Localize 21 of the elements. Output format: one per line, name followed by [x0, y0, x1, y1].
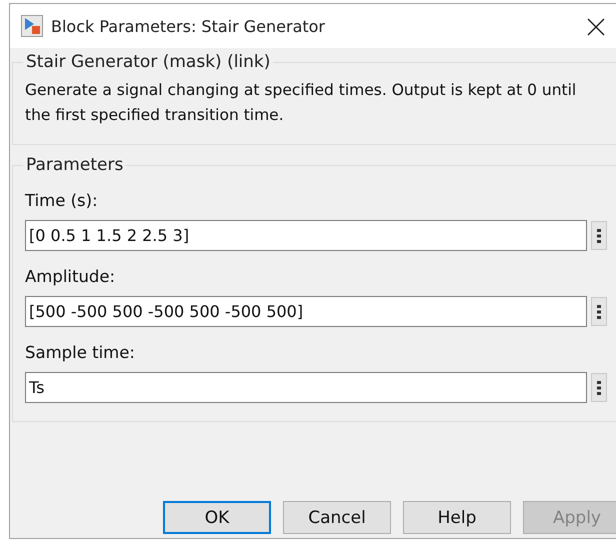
field-label: Sample time:: [25, 343, 136, 362]
more-options-button[interactable]: [591, 297, 607, 326]
input-field[interactable]: [500 -500 500 -500 500 -500 500]: [25, 296, 587, 327]
vertical-dots-icon: [597, 380, 601, 394]
close-icon: [587, 18, 605, 36]
block-icon: [21, 15, 43, 37]
dialog-button[interactable]: Cancel: [283, 501, 391, 534]
block-description: Generate a signal changing at specified times. Output is kept at 0 until the first specified transition time.: [25, 80, 578, 126]
more-options-button[interactable]: [591, 373, 607, 402]
field-label: Amplitude:: [25, 267, 116, 286]
input-field[interactable]: [0 0.5 1 1.5 2 2.5 3]: [25, 220, 587, 251]
vertical-dots-icon: [597, 228, 601, 242]
field-label: Time (s):: [25, 191, 99, 210]
dialog-button[interactable]: OK: [163, 501, 271, 534]
dialog-button[interactable]: Help: [403, 501, 511, 534]
more-options-button[interactable]: [591, 221, 607, 250]
window-title: Block Parameters: Stair Generator: [51, 16, 326, 36]
group-title: Stair Generator (mask) (link): [25, 52, 272, 72]
input-field[interactable]: Ts: [25, 372, 587, 403]
group-title: Parameters: [25, 155, 124, 175]
vertical-dots-icon: [597, 304, 601, 318]
